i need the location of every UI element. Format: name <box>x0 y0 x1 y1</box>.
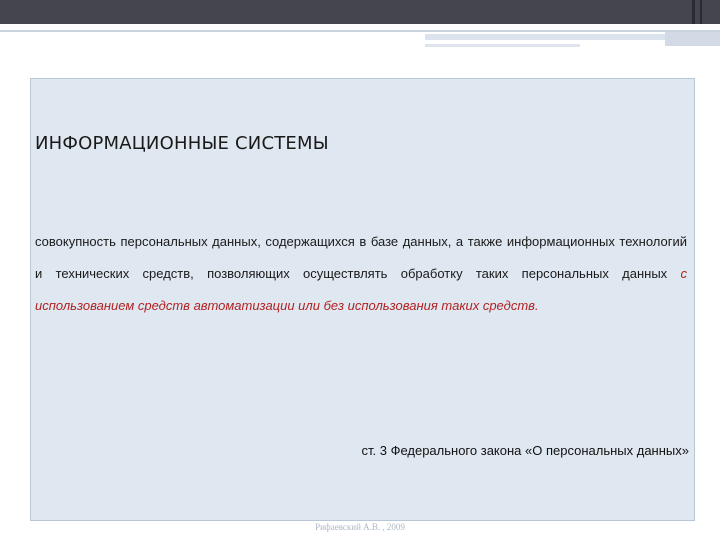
decorative-band <box>665 32 720 46</box>
top-bar <box>0 0 720 24</box>
definition-paragraph: совокупность персональных данных, содерж… <box>35 226 687 322</box>
source-citation: ст. 3 Федерального закона «О персональны… <box>361 443 689 458</box>
top-bar-separator <box>692 0 695 24</box>
slide-title: ИНФОРМАЦИОННЫЕ СИСТЕМЫ <box>35 133 329 154</box>
top-bar-separator <box>700 0 702 24</box>
decorative-band <box>425 44 580 47</box>
decorative-band <box>0 30 720 32</box>
definition-text: совокупность персональных данных, содерж… <box>35 234 687 281</box>
footer-author: Рифаевский А.В. , 2009 <box>315 522 405 532</box>
